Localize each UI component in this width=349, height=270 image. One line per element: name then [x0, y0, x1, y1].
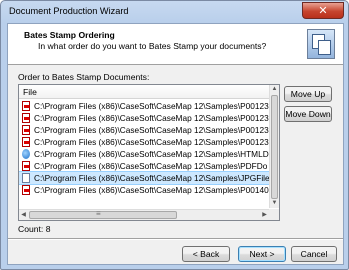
list-item-path: C:\Program Files (x86)\CaseSoft\CaseMap … — [34, 149, 269, 159]
pdf-icon — [22, 161, 30, 171]
scroll-up-icon[interactable]: ▲ — [270, 85, 279, 94]
list-item-path: C:\Program Files (x86)\CaseSoft\CaseMap … — [34, 185, 269, 195]
scrollbar-corner — [269, 209, 279, 220]
pdf-icon — [22, 101, 30, 111]
documents-icon — [307, 29, 335, 59]
list-item[interactable]: C:\Program Files (x86)\CaseSoft\CaseMap … — [19, 100, 269, 112]
close-icon: ✕ — [318, 4, 328, 17]
list-item-path: C:\Program Files (x86)\CaseSoft\CaseMap … — [34, 113, 269, 123]
list-item-path: C:\Program Files (x86)\CaseSoft\CaseMap … — [34, 173, 269, 183]
vertical-scroll-thumb[interactable] — [271, 95, 278, 199]
list-label: Order to Bates Stamp Documents: — [18, 72, 150, 82]
next-button[interactable]: Next > — [238, 246, 286, 262]
list-item-path: C:\Program Files (x86)\CaseSoft\CaseMap … — [34, 101, 269, 111]
list-item-path: C:\Program Files (x86)\CaseSoft\CaseMap … — [34, 161, 268, 171]
cancel-button[interactable]: Cancel — [291, 246, 337, 262]
list-item[interactable]: C:\Program Files (x86)\CaseSoft\CaseMap … — [19, 112, 269, 124]
document-order-list[interactable]: File C:\Program Files (x86)\CaseSoft\Cas… — [18, 84, 280, 221]
horizontal-scroll-thumb[interactable] — [29, 209, 177, 219]
page-title: Bates Stamp Ordering — [24, 30, 115, 40]
back-button[interactable]: < Back — [182, 246, 230, 262]
list-item-path: C:\Program Files (x86)\CaseSoft\CaseMap … — [34, 137, 269, 147]
wizard-header: Bates Stamp Ordering In what order do yo… — [8, 24, 343, 65]
move-down-button[interactable]: Move Down — [284, 106, 332, 122]
count-label: Count: 8 — [18, 224, 51, 234]
close-button[interactable]: ✕ — [302, 2, 344, 19]
page-subtitle: In what order do you want to Bates Stamp… — [38, 41, 267, 51]
list-item[interactable]: C:\Program Files (x86)\CaseSoft\CaseMap … — [19, 171, 270, 185]
pdf-icon — [22, 125, 30, 135]
list-item[interactable]: C:\Program Files (x86)\CaseSoft\CaseMap … — [19, 136, 269, 148]
scroll-left-icon[interactable]: ◀ — [19, 210, 28, 220]
window-title: Document Production Wizard — [9, 6, 129, 16]
scroll-down-icon[interactable]: ▼ — [270, 199, 279, 208]
pdf-icon — [22, 185, 30, 195]
footer-divider — [8, 238, 343, 240]
list-item[interactable]: C:\Program Files (x86)\CaseSoft\CaseMap … — [19, 148, 269, 160]
list-item[interactable]: C:\Program Files (x86)\CaseSoft\CaseMap … — [19, 160, 269, 172]
column-header-file[interactable]: File — [19, 85, 269, 99]
horizontal-scrollbar[interactable]: ◀ ▶ — [19, 209, 269, 220]
html-icon — [22, 149, 30, 159]
list-rows: C:\Program Files (x86)\CaseSoft\CaseMap … — [19, 100, 270, 196]
list-item[interactable]: C:\Program Files (x86)\CaseSoft\CaseMap … — [19, 184, 269, 196]
title-bar[interactable]: Document Production Wizard ✕ — [1, 1, 348, 23]
pdf-icon — [22, 113, 30, 123]
column-header-label: File — [23, 87, 37, 97]
wizard-window: Document Production Wizard ✕ Bates Stamp… — [0, 0, 349, 270]
list-item[interactable]: C:\Program Files (x86)\CaseSoft\CaseMap … — [19, 124, 269, 136]
jpg-icon — [22, 173, 30, 183]
scroll-right-icon[interactable]: ▶ — [260, 210, 269, 220]
move-up-button[interactable]: Move Up — [284, 86, 332, 102]
vertical-scrollbar[interactable]: ▲ ▼ — [269, 85, 279, 208]
dialog-client: Bates Stamp Ordering In what order do yo… — [7, 23, 344, 265]
list-item-path: C:\Program Files (x86)\CaseSoft\CaseMap … — [34, 125, 269, 135]
pdf-icon — [22, 137, 30, 147]
